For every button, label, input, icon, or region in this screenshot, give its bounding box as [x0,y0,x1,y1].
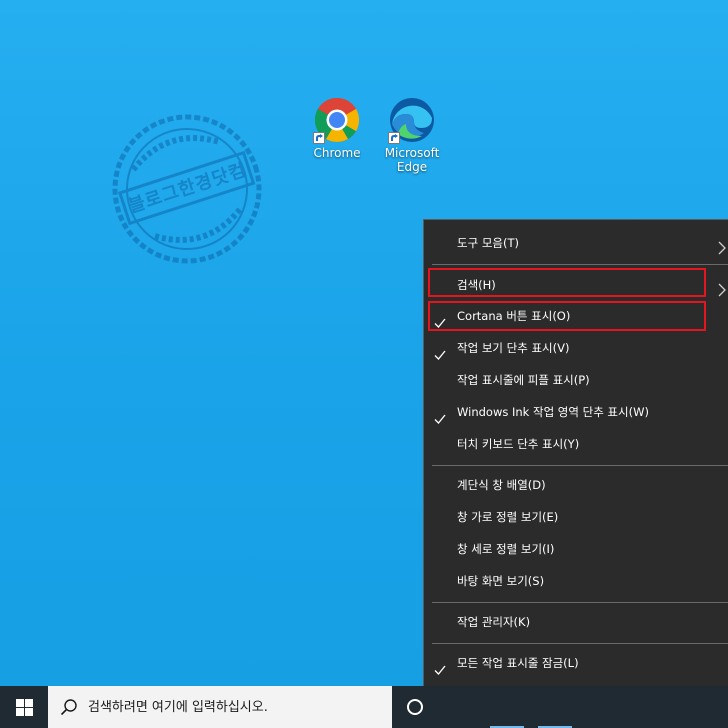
menu-item-label: 작업 보기 단추 표시(V) [457,341,570,355]
menu-item-label: 창 세로 정렬 보기(I) [457,542,555,556]
chevron-right-icon [717,236,727,266]
menu-item-label: Windows Ink 작업 영역 단추 표시(W) [457,405,649,419]
taskbar-app-button[interactable] [534,686,576,728]
menu-item-search[interactable]: 검색(H) [424,270,728,300]
menu-item-task-manager[interactable]: 작업 관리자(K) [424,607,728,637]
menu-separator [432,264,728,265]
search-input[interactable] [88,695,378,719]
menu-item-label: 작업 관리자(K) [457,615,531,629]
menu-item-show-people[interactable]: 작업 표시줄에 피플 표시(P) [424,365,728,395]
menu-item-label: 터치 키보드 단추 표시(Y) [457,437,580,451]
taskbar-search-box[interactable] [48,686,392,728]
cortana-button[interactable] [400,692,430,722]
menu-item-show-cortana-button[interactable]: Cortana 버튼 표시(O) [424,301,728,331]
menu-item-toolbars[interactable]: 도구 모음(T) [424,228,728,258]
menu-item-show-windows-ink-button[interactable]: Windows Ink 작업 영역 단추 표시(W) [424,397,728,427]
menu-separator [432,602,728,603]
menu-item-side-by-side-windows[interactable]: 창 세로 정렬 보기(I) [424,534,728,564]
taskbar-app-button[interactable] [486,686,528,728]
edge-icon [388,96,436,144]
search-icon [60,698,78,720]
menu-item-label: 검색(H) [457,278,496,292]
menu-separator [432,465,728,466]
menu-item-label: Cortana 버튼 표시(O) [457,309,571,323]
windows-logo-icon [16,699,33,716]
menu-item-label: 도구 모음(T) [457,236,519,250]
menu-item-label: 모든 작업 표시줄 잠금(L) [457,656,579,670]
desktop-icon-edge[interactable]: Microsoft Edge [377,96,447,174]
menu-item-label: 바탕 화면 보기(S) [457,574,545,588]
menu-item-show-desktop[interactable]: 바탕 화면 보기(S) [424,566,728,596]
menu-item-lock-taskbar[interactable]: 모든 작업 표시줄 잠금(L) [424,648,728,678]
cortana-icon [407,699,423,715]
start-button[interactable] [0,686,48,728]
taskbar-context-menu: 도구 모음(T) 검색(H) Cortana 버튼 표시(O) 작업 보기 단추… [423,219,728,719]
shortcut-arrow-icon [388,132,400,144]
menu-item-label: 창 가로 정렬 보기(E) [457,510,559,524]
desktop-icon-label: Chrome [313,146,361,160]
menu-separator [432,643,728,644]
shortcut-arrow-icon [313,132,325,144]
taskbar [0,686,728,728]
menu-item-label: 계단식 창 배열(D) [457,478,546,492]
menu-item-show-touch-keyboard-button[interactable]: 터치 키보드 단추 표시(Y) [424,429,728,459]
menu-item-show-task-view-button[interactable]: 작업 보기 단추 표시(V) [424,333,728,363]
desktop-icon-chrome[interactable]: Chrome [302,96,372,160]
desktop-icon-label: Microsoft Edge [384,146,440,174]
menu-item-cascade-windows[interactable]: 계단식 창 배열(D) [424,470,728,500]
watermark-seal: 블로그한경닷컴 [102,104,272,274]
menu-item-label: 작업 표시줄에 피플 표시(P) [457,373,590,387]
menu-item-stack-windows[interactable]: 창 가로 정렬 보기(E) [424,502,728,532]
chrome-icon [313,96,361,144]
